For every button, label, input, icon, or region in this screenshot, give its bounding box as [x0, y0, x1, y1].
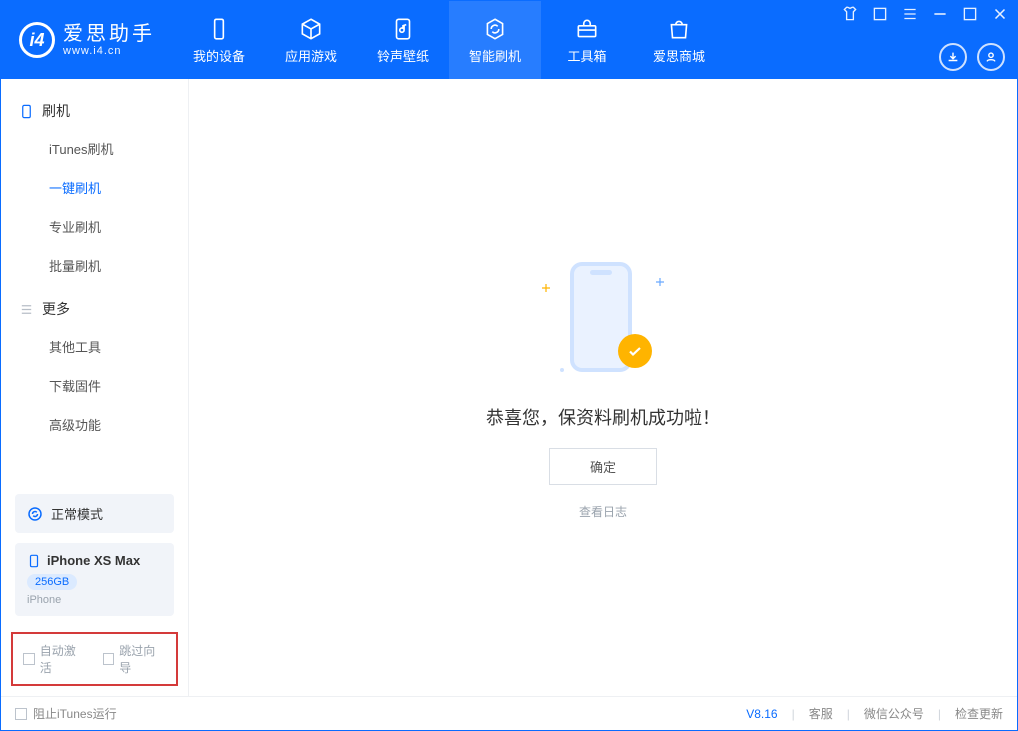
app-logo: i4 爱思助手 www.i4.cn: [1, 1, 173, 79]
refresh-hex-icon: [482, 16, 508, 42]
titlebar: i4 爱思助手 www.i4.cn 我的设备 应用游戏 铃声壁纸 智能刷机 工具…: [1, 1, 1017, 79]
phone-icon: [27, 554, 41, 568]
app-url: www.i4.cn: [63, 45, 155, 57]
list-icon: [19, 302, 34, 317]
statusbar: 阻止iTunes运行 V8.16 | 客服 | 微信公众号 | 检查更新: [1, 696, 1017, 730]
maximize-button[interactable]: [961, 5, 979, 23]
sidebar-item-pro-flash[interactable]: 专业刷机: [1, 207, 188, 246]
check-badge-icon: [618, 334, 652, 368]
download-button[interactable]: [939, 43, 967, 71]
highlighted-checkbox-row: 自动激活 跳过向导: [11, 632, 178, 686]
sidebar-item-other-tools[interactable]: 其他工具: [1, 327, 188, 366]
version-label: V8.16: [746, 707, 777, 721]
bag-icon: [666, 16, 692, 42]
device-capacity: 256GB: [27, 574, 77, 590]
device-kind: iPhone: [27, 594, 162, 606]
menu-icon[interactable]: [901, 5, 919, 23]
device-name: iPhone XS Max: [47, 553, 140, 568]
nav-store[interactable]: 爱思商城: [633, 1, 725, 79]
check-update-link[interactable]: 检查更新: [955, 705, 1003, 722]
close-button[interactable]: [991, 5, 1009, 23]
nav-toolbox[interactable]: 工具箱: [541, 1, 633, 79]
wechat-link[interactable]: 微信公众号: [864, 705, 924, 722]
nav-apps-games[interactable]: 应用游戏: [265, 1, 357, 79]
ok-button[interactable]: 确定: [549, 448, 657, 485]
sidebar-group-flash: 刷机: [1, 87, 188, 129]
sidebar-item-download-firmware[interactable]: 下载固件: [1, 366, 188, 405]
shirt-icon[interactable]: [841, 5, 859, 23]
block-itunes-checkbox[interactable]: 阻止iTunes运行: [15, 705, 117, 722]
nav-ringtones-wallpapers[interactable]: 铃声壁纸: [357, 1, 449, 79]
nav-my-device[interactable]: 我的设备: [173, 1, 265, 79]
support-link[interactable]: 客服: [809, 705, 833, 722]
success-message: 恭喜您，保资料刷机成功啦！: [486, 404, 720, 430]
account-button[interactable]: [977, 43, 1005, 71]
cube-icon: [298, 16, 324, 42]
skip-guide-checkbox[interactable]: 跳过向导: [103, 642, 167, 676]
view-log-link[interactable]: 查看日志: [579, 503, 627, 520]
phone-outline-icon: [19, 104, 34, 119]
toolbox-icon: [574, 16, 600, 42]
app-name: 爱思助手: [63, 23, 155, 45]
sidebar-item-itunes-flash[interactable]: iTunes刷机: [1, 129, 188, 168]
main-content: 恭喜您，保资料刷机成功啦！ 确定 查看日志: [189, 79, 1017, 696]
logo-icon: i4: [19, 22, 55, 58]
nav-smart-flash[interactable]: 智能刷机: [449, 1, 541, 79]
minimize-button[interactable]: [931, 5, 949, 23]
window-controls: [841, 5, 1009, 23]
sidebar-group-more: 更多: [1, 285, 188, 327]
main-nav: 我的设备 应用游戏 铃声壁纸 智能刷机 工具箱 爱思商城: [173, 1, 725, 79]
sidebar: 刷机 iTunes刷机 一键刷机 专业刷机 批量刷机 更多 其他工具 下载固件 …: [1, 79, 189, 696]
sidebar-item-advanced[interactable]: 高级功能: [1, 405, 188, 444]
box-icon[interactable]: [871, 5, 889, 23]
device-icon: [206, 16, 232, 42]
sidebar-item-batch-flash[interactable]: 批量刷机: [1, 246, 188, 285]
sidebar-item-oneclick-flash[interactable]: 一键刷机: [1, 168, 188, 207]
mode-label: 正常模式: [51, 504, 103, 523]
success-illustration: [538, 256, 668, 386]
music-note-icon: [390, 16, 416, 42]
auto-activate-checkbox[interactable]: 自动激活: [23, 642, 87, 676]
device-card[interactable]: iPhone XS Max 256GB iPhone: [15, 543, 174, 616]
sync-icon: [27, 506, 43, 522]
mode-card[interactable]: 正常模式: [15, 494, 174, 533]
titlebar-right-buttons: [939, 43, 1005, 71]
